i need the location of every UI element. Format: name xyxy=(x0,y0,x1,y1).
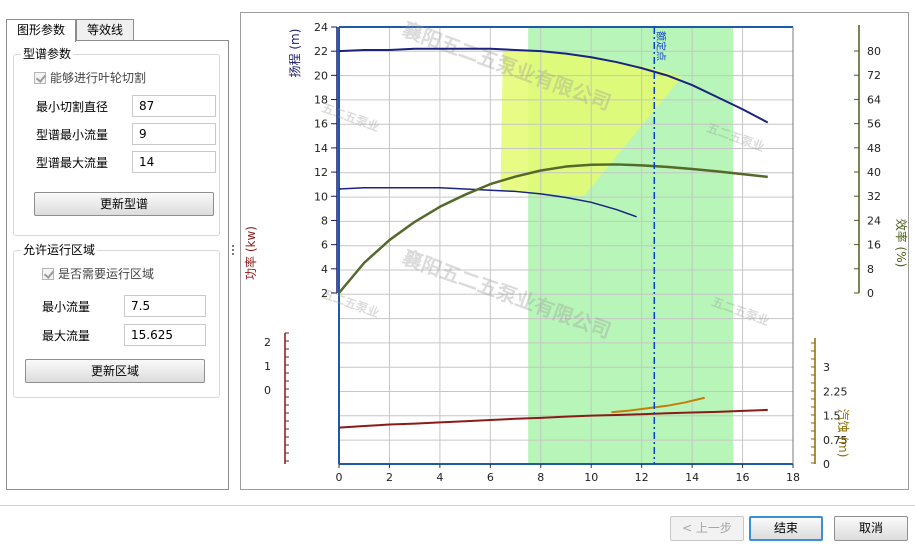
efficiency-tick-label: 80 xyxy=(867,45,881,58)
power-tick-label: 2 xyxy=(264,336,271,349)
efficiency-tick-label: 48 xyxy=(867,142,881,155)
spectrum-min-flow-input[interactable]: 9 xyxy=(132,123,216,145)
finish-button[interactable]: 结束 xyxy=(749,516,823,541)
group-title-region: 允许运行区域 xyxy=(21,242,98,258)
x-tick-label: 10 xyxy=(584,471,598,484)
bottom-divider xyxy=(0,505,915,506)
cancel-button[interactable]: 取消 xyxy=(834,516,908,541)
head-tick-label: 12 xyxy=(314,166,328,179)
head-tick-label: 16 xyxy=(314,118,328,131)
npsh-tick-label: 2.25 xyxy=(823,385,848,398)
need-region-label: 是否需要运行区域 xyxy=(58,267,155,281)
spectrum-params-group: 型谱参数 能够进行叶轮切割 最小切割直径 87 型谱最小流量 9 型谱最大流量 … xyxy=(13,46,220,236)
head-tick-label: 14 xyxy=(314,142,328,155)
head-tick-label: 18 xyxy=(314,94,328,107)
allowed-region-group: 允许运行区域 是否需要运行区域 最小流量 7.5 最大流量 15.625 更新区… xyxy=(13,242,220,398)
efficiency-tick-label: 72 xyxy=(867,69,881,82)
min-cut-diameter-input[interactable]: 87 xyxy=(132,95,216,117)
x-tick-label: 4 xyxy=(436,471,443,484)
head-tick-label: 20 xyxy=(314,69,328,82)
npsh-axis-label: 汽蚀 (m) xyxy=(836,409,851,458)
max-flow-input[interactable]: 15.625 xyxy=(124,324,206,346)
efficiency-axis-label: 效率 (%) xyxy=(894,219,909,268)
x-tick-label: 18 xyxy=(786,471,800,484)
window: 图形参数 等效线 型谱参数 能够进行叶轮切割 最小切割直径 87 型谱最小流量 … xyxy=(0,0,915,554)
rated-point-label: 额定点 xyxy=(654,31,667,61)
head-tick-label: 10 xyxy=(314,190,328,203)
x-tick-label: 12 xyxy=(635,471,649,484)
power-axis-label: 功率 (kw) xyxy=(243,226,258,280)
pump-performance-chart: 襄阳五二五泵业有限公司 襄阳五二五泵业有限公司 五二五泵业 五二五泵业 五二五泵业 五二五… xyxy=(240,12,909,490)
chart-svg: 襄阳五二五泵业有限公司襄阳五二五泵业有限公司五二五泵业五二五泵业五二五泵业 五二五… xyxy=(243,17,909,484)
tab-equivalent-lines[interactable]: 等效线 xyxy=(76,19,134,41)
tab-graph-params[interactable]: 图形参数 xyxy=(6,19,76,42)
panel-splitter-handle[interactable] xyxy=(232,245,235,259)
efficiency-tick-label: 24 xyxy=(867,214,881,227)
x-tick-label: 14 xyxy=(685,471,699,484)
power-tick-label: 0 xyxy=(264,384,271,397)
x-tick-label: 16 xyxy=(736,471,750,484)
x-tick-label: 6 xyxy=(487,471,494,484)
efficiency-tick-label: 8 xyxy=(867,263,874,276)
checkbox-checked-icon[interactable] xyxy=(42,268,54,280)
impeller-cut-label: 能够进行叶轮切割 xyxy=(50,71,147,85)
tab-panel: 型谱参数 能够进行叶轮切割 最小切割直径 87 型谱最小流量 9 型谱最大流量 … xyxy=(6,40,229,490)
power-tick-label: 1 xyxy=(264,360,271,373)
x-tick-label: 2 xyxy=(386,471,393,484)
impeller-cut-checkbox[interactable]: 能够进行叶轮切割 xyxy=(34,70,146,86)
head-tick-label: 4 xyxy=(321,263,328,276)
max-flow-label: 最大流量 xyxy=(42,329,91,343)
update-region-button[interactable]: 更新区域 xyxy=(25,359,205,383)
spectrum-max-flow-input[interactable]: 14 xyxy=(132,151,216,173)
spectrum-max-flow-label: 型谱最大流量 xyxy=(36,156,109,170)
efficiency-tick-label: 56 xyxy=(867,118,881,131)
efficiency-tick-label: 16 xyxy=(867,239,881,252)
group-title-spectrum: 型谱参数 xyxy=(21,46,74,62)
head-tick-label: 22 xyxy=(314,45,328,58)
x-tick-label: 8 xyxy=(537,471,544,484)
efficiency-tick-label: 64 xyxy=(867,93,881,106)
min-cut-diameter-label: 最小切割直径 xyxy=(36,100,109,114)
head-tick-label: 24 xyxy=(314,21,328,34)
efficiency-tick-label: 0 xyxy=(867,287,874,300)
npsh-tick-label: 3 xyxy=(823,361,830,374)
head-axis-label: 扬程 (m) xyxy=(287,29,302,78)
min-flow-label: 最小流量 xyxy=(42,300,91,314)
efficiency-tick-label: 32 xyxy=(867,190,881,203)
efficiency-tick-label: 40 xyxy=(867,166,881,179)
checkbox-checked-icon[interactable] xyxy=(34,72,46,84)
need-region-checkbox[interactable]: 是否需要运行区域 xyxy=(42,266,154,282)
x-tick-label: 0 xyxy=(336,471,343,484)
min-flow-input[interactable]: 7.5 xyxy=(124,295,206,317)
head-tick-label: 6 xyxy=(321,239,328,252)
head-tick-label: 8 xyxy=(321,214,328,227)
npsh-tick-label: 0 xyxy=(823,458,830,471)
prev-step-button[interactable]: < 上一步 xyxy=(670,516,744,541)
spectrum-min-flow-label: 型谱最小流量 xyxy=(36,128,109,142)
head-tick-label: 2 xyxy=(321,287,328,300)
update-spectrum-button[interactable]: 更新型谱 xyxy=(34,192,214,216)
